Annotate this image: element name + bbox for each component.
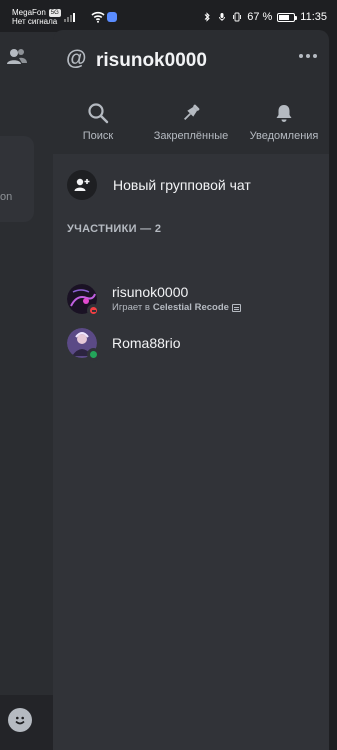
background-card-text: on (0, 191, 13, 203)
carrier-name: MegaFon (12, 8, 46, 17)
dnd-status-icon (87, 304, 100, 317)
new-group-chat-label: Новый групповой чат (113, 177, 251, 193)
member-name: risunok0000 (112, 284, 189, 300)
members-area: Новый групповой чат УЧАСТНИКИ — 2 risuno… (53, 154, 329, 750)
background-card (0, 136, 34, 222)
battery-icon (277, 12, 298, 22)
member-name: Roma88rio (112, 334, 181, 351)
more-options-button[interactable] (299, 54, 317, 58)
member-risunok0000[interactable]: risunok0000 Играет в Celestial Recode (67, 281, 317, 317)
notifications-label: Уведомления (249, 130, 319, 142)
network-badge: 5G (48, 8, 61, 17)
search-label: Поиск (82, 130, 114, 142)
emoji-icon[interactable] (8, 708, 32, 732)
dm-header: @ risunok0000 (53, 30, 329, 90)
vibrate-icon (233, 12, 242, 22)
rich-presence-icon (231, 303, 241, 312)
activity-game: Celestial Recode (152, 302, 229, 313)
status-bar: MegaFon 5G Нет сигнала 67 % 11:35 (0, 0, 337, 32)
pinned-label: Закреплённые (153, 130, 229, 142)
avatar (67, 284, 100, 317)
wifi-icon (91, 11, 105, 23)
signal-strength-icon (64, 12, 75, 22)
smile-face-icon (15, 716, 25, 725)
action-row: Поиск Закреплённые Уведомления (53, 92, 329, 152)
member-roma88rio[interactable]: Roma88rio (67, 325, 317, 361)
bell-icon (276, 105, 292, 122)
status-right: 67 % 11:35 (202, 11, 327, 23)
carrier-info: MegaFon 5G Нет сигнала (12, 8, 61, 26)
pin-icon (183, 104, 200, 121)
notifications-button[interactable]: Уведомления (239, 92, 329, 152)
add-user-icon (67, 170, 97, 200)
avatar (67, 328, 100, 361)
pinned-button[interactable]: Закреплённые (146, 92, 236, 152)
clock: 11:35 (300, 11, 327, 23)
battery-fill (279, 14, 289, 20)
friends-icon[interactable] (6, 46, 28, 68)
new-group-chat-button[interactable]: Новый групповой чат (67, 169, 317, 201)
activity-prefix: Играет в (112, 302, 150, 313)
bluetooth-icon (204, 12, 210, 22)
members-header: УЧАСТНИКИ — 2 (67, 223, 162, 235)
battery-percent: 67 % (247, 11, 273, 23)
search-button[interactable]: Поиск (53, 92, 143, 152)
online-status-icon (87, 348, 100, 361)
microphone-icon (219, 13, 226, 21)
search-icon (88, 103, 109, 124)
app-notification-icon (107, 12, 117, 22)
dm-details-drawer: @ risunok0000 Поиск Закреплённые Уведомл… (53, 30, 329, 750)
member-activity: Играет в Celestial Recode (112, 301, 241, 314)
dm-title: risunok0000 (96, 50, 207, 71)
at-icon: @ (66, 47, 87, 70)
signal-note: Нет сигнала (12, 17, 58, 26)
